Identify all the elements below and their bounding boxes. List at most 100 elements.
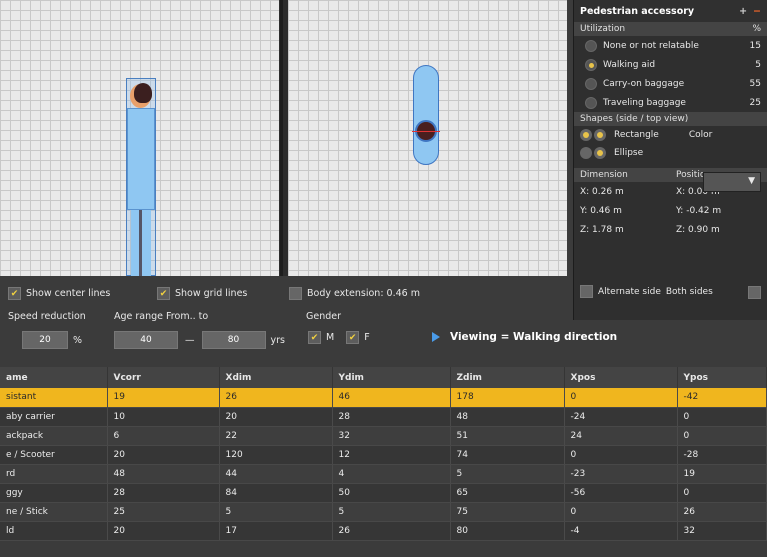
cell: 74 — [450, 445, 565, 465]
alternate-side-row[interactable]: Alternate side Both sides — [580, 285, 713, 298]
female-checkbox[interactable]: ✔ — [346, 331, 360, 344]
radio-icon[interactable] — [585, 96, 597, 109]
dim-x: X: 0.26 m — [580, 186, 624, 197]
viewing-direction: Viewing = Walking direction — [432, 331, 617, 343]
cell: 120 — [219, 445, 333, 465]
utilization-option[interactable]: Carry-on baggage 55 — [574, 74, 767, 93]
male-label: M — [326, 332, 335, 343]
cell: -28 — [677, 445, 767, 465]
male-checkbox[interactable]: ✔ — [308, 331, 321, 344]
age-range-label: Age range From.. to — [114, 311, 209, 322]
age-range-control[interactable]: 40 — 80 yrs — [114, 331, 285, 349]
col-xdim[interactable]: Xdim — [219, 367, 333, 388]
show-grid-lines-toggle[interactable]: ✔ Show grid lines — [157, 287, 247, 300]
utilization-option[interactable]: None or not relatable 15 — [574, 36, 767, 55]
dim-z: Z: 1.78 m — [580, 224, 624, 235]
remove-icon[interactable]: − — [753, 6, 761, 17]
option-value: 5 — [755, 59, 761, 70]
body-extension-label: Body extension: 0.46 m — [307, 288, 420, 299]
side-radio-icon[interactable] — [580, 147, 592, 159]
accessory-panel: Pedestrian accessory + − Utilization % N… — [573, 0, 767, 320]
col-xpos[interactable]: Xpos — [564, 367, 678, 388]
dimension-label: Dimension — [580, 170, 628, 180]
body-extension-toggle[interactable]: Body extension: 0.46 m — [289, 287, 420, 300]
female-label: F — [364, 332, 370, 343]
col-zdim[interactable]: Zdim — [450, 367, 565, 388]
option-value: 15 — [749, 40, 761, 51]
table-row[interactable]: ne / Stick 25 5 5 75 0 26 — [0, 502, 767, 522]
pedestrian-side-figure — [126, 78, 156, 276]
top-radio-icon[interactable] — [594, 147, 606, 159]
cell: 25 — [107, 502, 220, 522]
table-row[interactable]: ackpack 6 22 32 51 24 0 — [0, 426, 767, 446]
shapes-header: Shapes (side / top view) — [574, 112, 767, 126]
utilization-option[interactable]: Walking aid 5 — [574, 55, 767, 74]
speed-reduction-control[interactable]: 20 % — [22, 331, 82, 349]
cell: 80 — [450, 521, 565, 541]
direction-arrow-icon — [432, 332, 440, 342]
utilization-option[interactable]: Traveling baggage 25 — [574, 93, 767, 112]
shape-option-ellipse[interactable]: Ellipse — [574, 144, 767, 162]
cell: 19 — [677, 464, 767, 484]
panel-title-bar: Pedestrian accessory + − — [574, 0, 767, 22]
add-icon[interactable]: + — [739, 6, 747, 17]
side-radio-icon[interactable] — [580, 129, 592, 141]
radio-icon[interactable] — [585, 39, 597, 52]
cell: -23 — [564, 464, 678, 484]
cell: 0 — [677, 407, 767, 427]
option-label: Walking aid — [603, 59, 656, 70]
cell: 22 — [219, 426, 333, 446]
cell: 0 — [677, 483, 767, 503]
utilization-label: Utilization — [580, 24, 626, 34]
col-ydim[interactable]: Ydim — [332, 367, 451, 388]
cell: -24 — [564, 407, 678, 427]
table-row[interactable]: e / Scooter 20 120 12 74 0 -28 — [0, 445, 767, 465]
table-header: ame Vcorr Xdim Ydim Zdim Xpos Ypos — [0, 367, 767, 388]
cell: -4 — [564, 521, 678, 541]
col-name[interactable]: ame — [0, 367, 108, 388]
cell: 12 — [332, 445, 451, 465]
both-sides-checkbox[interactable] — [748, 286, 761, 299]
gender-control[interactable]: ✔ M ✔ F — [308, 331, 370, 344]
age-dash: — — [185, 334, 195, 346]
gender-label: Gender — [306, 311, 342, 322]
option-label: Carry-on baggage — [603, 78, 685, 89]
top-radio-icon[interactable] — [594, 129, 606, 141]
cell: ggy — [0, 483, 108, 503]
col-vcorr[interactable]: Vcorr — [107, 367, 220, 388]
shape-option-rectangle[interactable]: Rectangle Color — [574, 126, 767, 144]
col-ypos[interactable]: Ypos — [677, 367, 767, 388]
alternate-side-checkbox[interactable] — [580, 285, 593, 298]
cell: 75 — [450, 502, 565, 522]
option-value: 25 — [749, 97, 761, 108]
radio-icon[interactable] — [585, 58, 597, 71]
ellipse-label: Ellipse — [614, 148, 644, 158]
pos-z: Z: 0.90 m — [676, 224, 720, 235]
cell: 46 — [332, 388, 451, 408]
cell: 28 — [107, 483, 220, 503]
table-row[interactable]: ggy 28 84 50 65 -56 0 — [0, 483, 767, 503]
body-extension-checkbox[interactable] — [289, 287, 302, 300]
cell: 44 — [219, 464, 333, 484]
speed-stepper[interactable]: 20 — [22, 331, 68, 349]
radio-icon[interactable] — [585, 77, 597, 90]
show-center-lines-toggle[interactable]: ✔ Show center lines — [8, 287, 110, 300]
cell: 19 — [107, 388, 220, 408]
cell: ld — [0, 521, 108, 541]
chevron-down-icon: ▼ — [748, 176, 755, 186]
check-icon[interactable]: ✔ — [157, 287, 170, 300]
age-to-stepper[interactable]: 80 — [201, 331, 266, 349]
rectangle-label: Rectangle — [614, 130, 659, 140]
table-row[interactable]: rd 48 44 4 5 -23 19 — [0, 464, 767, 484]
color-dropdown[interactable]: ▼ — [703, 172, 761, 192]
pedestrian-top-figure — [412, 65, 440, 165]
table-row[interactable]: ld 20 17 26 80 -4 32 — [0, 521, 767, 541]
speed-unit: % — [73, 334, 83, 346]
option-value: 55 — [749, 78, 761, 89]
table-row[interactable]: aby carrier 10 20 28 48 -24 0 — [0, 407, 767, 427]
table-row[interactable]: sistant 19 26 46 178 0 -42 — [0, 388, 767, 408]
show-center-lines-label: Show center lines — [26, 288, 111, 299]
cell: 24 — [564, 426, 678, 446]
check-icon[interactable]: ✔ — [8, 287, 21, 300]
age-from-stepper[interactable]: 40 — [114, 331, 178, 349]
